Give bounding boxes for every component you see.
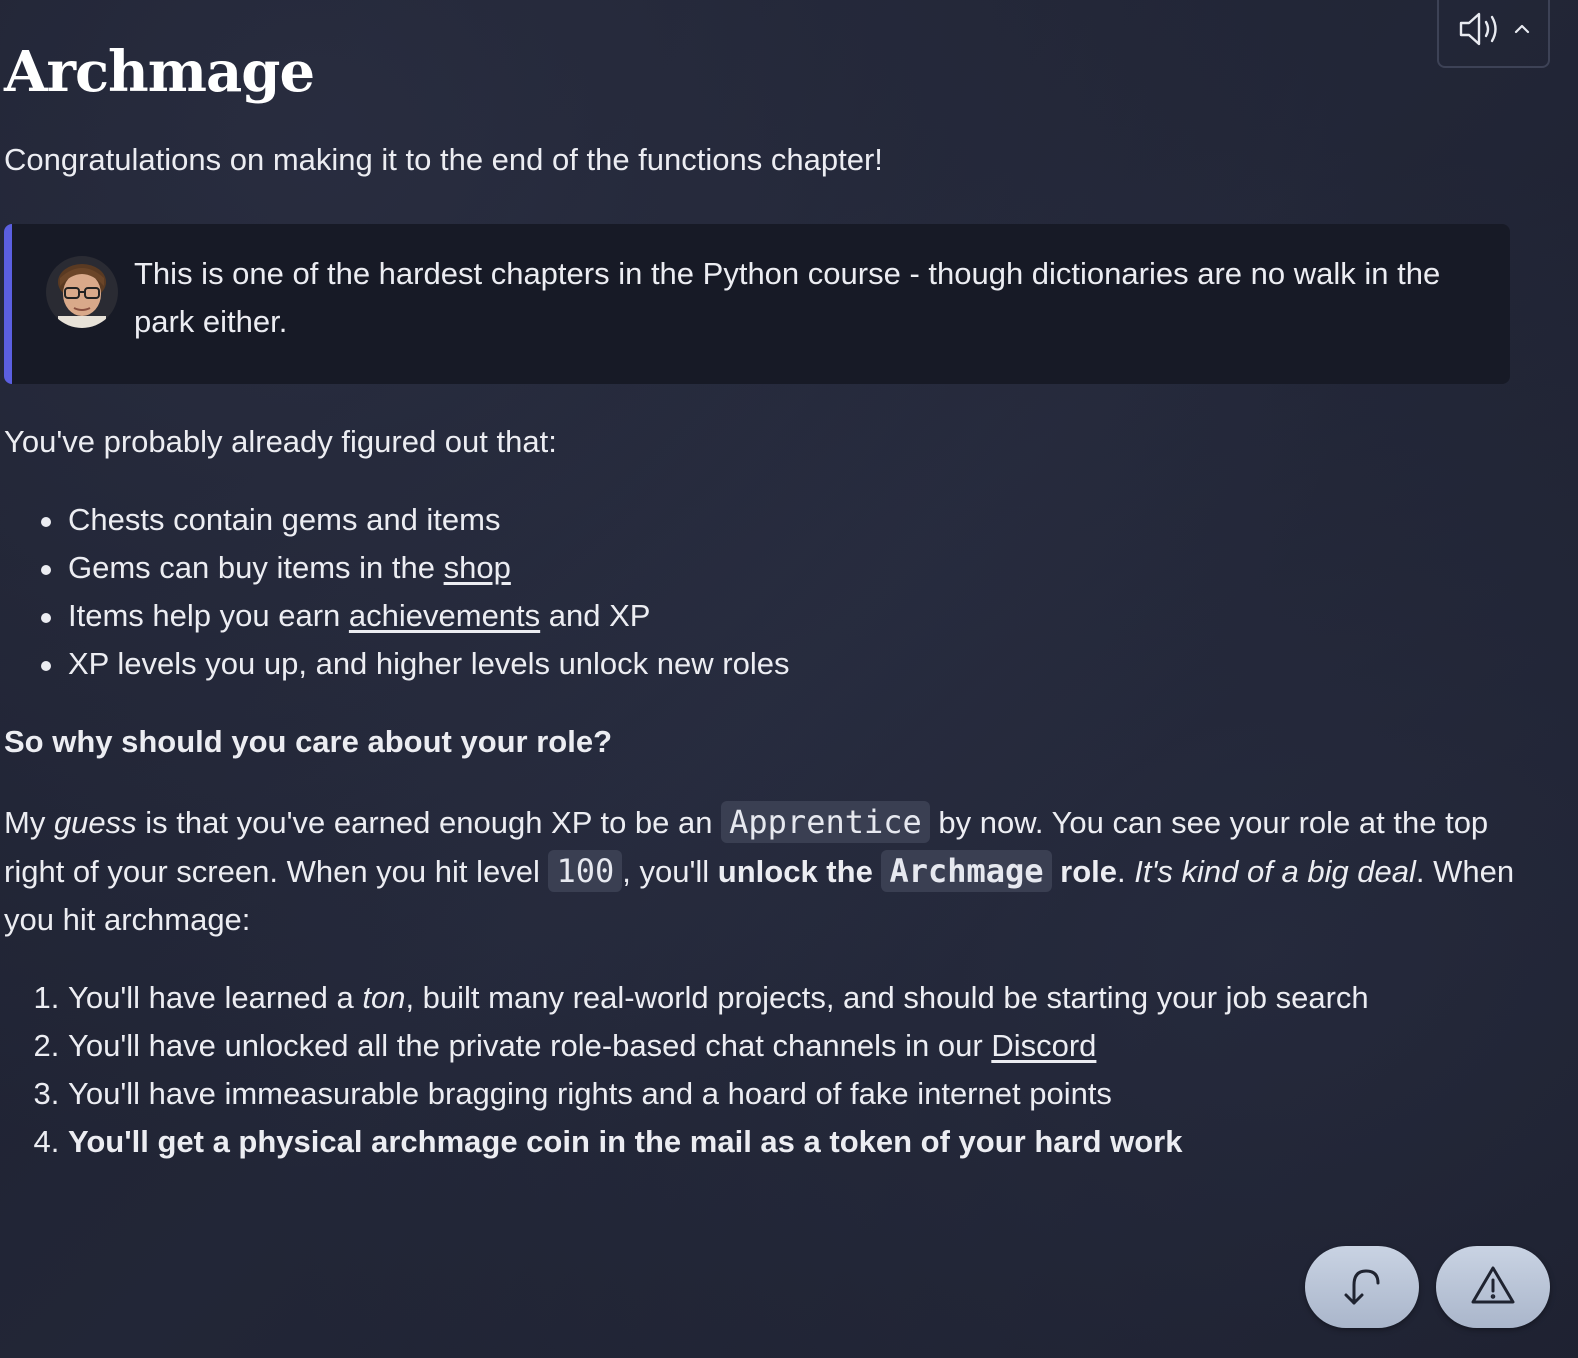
- discord-link[interactable]: Discord: [991, 1028, 1096, 1063]
- section-heading: So why should you care about your role?: [4, 724, 613, 759]
- lead-text: You've probably already figured out that…: [4, 424, 557, 459]
- report-issue-button[interactable]: [1436, 1246, 1550, 1328]
- list-item: Gems can buy items in the shop: [41, 544, 1552, 592]
- undo-arrow-icon: [1340, 1263, 1384, 1312]
- warning-triangle-icon: [1470, 1264, 1516, 1311]
- speaker-icon: [1457, 8, 1503, 55]
- level-code: 100: [548, 850, 623, 892]
- list-item: Chests contain gems and items: [41, 496, 1552, 544]
- undo-button[interactable]: [1305, 1246, 1419, 1328]
- quote-text: This is one of the hardest chapters in t…: [134, 256, 1441, 339]
- list-item: You'll have immeasurable bragging rights…: [68, 1070, 1552, 1118]
- page-title: Archmage: [4, 39, 315, 105]
- list-item: XP levels you up, and higher levels unlo…: [41, 640, 1552, 688]
- avatar: [46, 256, 118, 328]
- list-item: You'll get a physical archmage coin in t…: [68, 1118, 1552, 1166]
- apprentice-code: Apprentice: [721, 801, 930, 843]
- role-paragraph: My guess is that you've earned enough XP…: [4, 801, 1515, 937]
- bullet-list: Chests contain gems and items Gems can b…: [4, 496, 1552, 688]
- list-item: You'll have learned a ton, built many re…: [68, 974, 1552, 1022]
- list-item: Items help you earn achievements and XP: [41, 592, 1552, 640]
- intro-text: Congratulations on making it to the end …: [4, 142, 883, 177]
- lesson-content: Archmage Congratulations on making it to…: [4, 0, 1552, 1166]
- numbered-list: You'll have learned a ton, built many re…: [4, 974, 1552, 1166]
- archmage-code: Archmage: [881, 850, 1052, 892]
- chevron-up-icon: [1513, 22, 1531, 40]
- author-quote: This is one of the hardest chapters in t…: [4, 224, 1510, 384]
- list-item: You'll have unlocked all the private rol…: [68, 1022, 1552, 1070]
- audio-toggle-button[interactable]: [1437, 0, 1550, 68]
- achievements-link[interactable]: achievements: [349, 598, 540, 633]
- shop-link[interactable]: shop: [444, 550, 511, 585]
